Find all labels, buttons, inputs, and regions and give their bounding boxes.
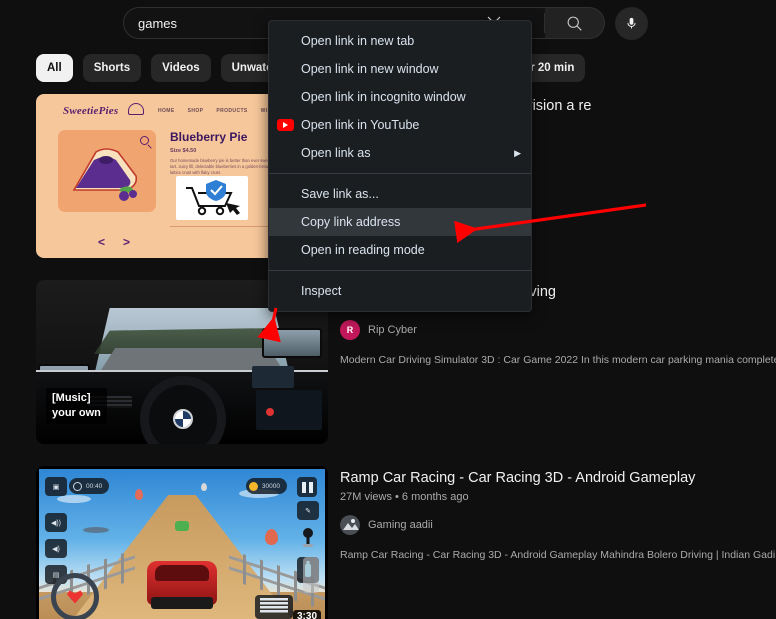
context-menu-item-copy-link-address[interactable]: Copy link address — [269, 208, 531, 236]
steering-wheel-icon — [51, 573, 99, 619]
hot-air-balloon — [265, 529, 278, 545]
hot-air-balloon — [201, 483, 207, 491]
context-menu-item-open-link-in-new-tab[interactable]: Open link in new tab — [269, 27, 531, 55]
filter-chip-shorts[interactable]: Shorts — [82, 54, 142, 82]
coin-badge: 30000 — [245, 478, 287, 494]
speaker-icon: ◀) — [45, 539, 67, 558]
context-menu-item-open-link-in-new-window[interactable]: Open link in new window — [269, 55, 531, 83]
search-divider — [544, 13, 545, 33]
timer-value: 00:40 — [86, 482, 103, 490]
thumbnail-frame: 00:40 30000 ▣ ◀)) ◀) ▤ ✎ 3:30 — [36, 466, 328, 619]
clock-icon — [73, 481, 82, 491]
context-menu-item-label: Open link in new window — [301, 62, 439, 76]
context-menu-item-open-link-in-youtube[interactable]: Open link in YouTube — [269, 111, 531, 139]
video-meta: 27M views • 6 months ago — [340, 491, 469, 503]
context-menu-item-inspect[interactable]: Inspect — [269, 277, 531, 305]
context-menu-item-label: Open in reading mode — [301, 243, 425, 257]
context-menu-item-label: Open link in incognito window — [301, 90, 466, 104]
context-menu-item-label: Save link as... — [301, 187, 379, 201]
pie-icon — [128, 103, 144, 115]
cloud-shape — [57, 495, 91, 503]
microphone-icon[interactable] — [615, 7, 648, 40]
caption-line-1: [Music] — [52, 392, 91, 404]
video-description: Modern Car Driving Simulator 3D : Car Ga… — [340, 354, 776, 366]
red-sports-car — [147, 561, 217, 609]
context-menu-item-label: Inspect — [301, 284, 342, 298]
wrench-icon: ✎ — [297, 501, 319, 520]
context-menu-item-save-link-as[interactable]: Save link as... — [269, 180, 531, 208]
ad-brand-name: SweetiePies — [63, 105, 119, 117]
add-to-cart-illustration — [176, 176, 248, 220]
context-menu-item-label: Copy link address — [301, 215, 401, 229]
context-menu[interactable]: Open link in new tab Open link in new win… — [268, 20, 532, 312]
infotainment-screen — [252, 366, 294, 388]
context-menu-separator — [269, 173, 531, 174]
filter-chip-all[interactable]: All — [36, 54, 73, 82]
nav-indicator-icon — [266, 408, 274, 416]
gear-ladder-icon — [303, 557, 319, 593]
ad-next-arrow[interactable]: > — [123, 235, 130, 249]
steering-wheel — [140, 376, 226, 444]
search-query-text: games — [138, 15, 178, 31]
ad-product-price: Size $4.50 — [170, 148, 197, 154]
duration-badge: 3:30 — [292, 610, 321, 619]
pause-icon — [297, 477, 317, 497]
video-info-column: Ramp Car Racing - Car Racing 3D - Androi… — [328, 466, 776, 619]
video-thumbnail[interactable]: 00:40 30000 ▣ ◀)) ◀) ▤ ✎ 3:30 — [36, 466, 328, 619]
gearshift-icon — [297, 527, 319, 549]
ad-product-title: Blueberry Pie — [170, 130, 248, 144]
coin-value: 30000 — [261, 482, 280, 490]
context-menu-separator — [269, 270, 531, 271]
context-menu-item-label: Open link as — [301, 146, 371, 160]
channel-row[interactable]: Gaming aadii — [340, 515, 776, 535]
chevron-right-icon: ▶ — [514, 147, 521, 158]
bmw-logo-icon — [173, 409, 193, 429]
search-icon[interactable] — [545, 7, 605, 39]
game-scene: 00:40 30000 ▣ ◀)) ◀) ▤ ✎ — [39, 469, 325, 619]
channel-name[interactable]: Rip Cyber — [368, 324, 417, 336]
ad-product-card — [58, 130, 156, 212]
context-menu-item-label: Open link in new tab — [301, 34, 415, 48]
context-menu-item-open-in-reading-mode[interactable]: Open in reading mode — [269, 236, 531, 264]
video-description: Ramp Car Racing - Car Racing 3D - Androi… — [340, 549, 776, 561]
context-menu-item-open-link-in-incognito-window[interactable]: Open link in incognito window — [269, 83, 531, 111]
pedal-icon — [255, 595, 293, 619]
distant-car — [175, 521, 189, 531]
ad-nav-link[interactable]: PRODUCTS — [216, 108, 247, 120]
ad-nav-link[interactable]: SHOP — [188, 108, 204, 120]
youtube-icon — [277, 119, 301, 131]
blueberry-pie-illustration — [72, 148, 138, 201]
ad-carousel-arrows[interactable]: < > — [98, 235, 130, 249]
channel-row[interactable]: R Rip Cyber — [340, 320, 776, 340]
ad-nav-link[interactable]: HOME — [158, 108, 175, 120]
filter-chip-videos[interactable]: Videos — [151, 54, 211, 82]
blimp-shape — [83, 527, 109, 533]
channel-name[interactable]: Gaming aadii — [368, 519, 433, 531]
video-result-item[interactable]: 00:40 30000 ▣ ◀)) ◀) ▤ ✎ 3:30 Ramp Car R… — [0, 466, 776, 619]
coin-icon — [248, 481, 258, 491]
ad-prev-arrow[interactable]: < — [98, 235, 105, 249]
thumbnail-caption: [Music] your own — [46, 388, 107, 424]
avatar[interactable]: R — [340, 320, 360, 340]
horn-icon: ◀)) — [45, 513, 67, 532]
video-title[interactable]: Ramp Car Racing - Car Racing 3D - Androi… — [340, 468, 776, 488]
camera-icon: ▣ — [45, 477, 67, 496]
timer-badge: 00:40 — [69, 478, 110, 494]
ad-product-desc: Our homemade blueberry pie is better tha… — [170, 158, 273, 175]
context-menu-item-open-link-as[interactable]: Open link as ▶ — [269, 139, 531, 167]
video-thumbnail-column[interactable]: 00:40 30000 ▣ ◀)) ◀) ▤ ✎ 3:30 — [36, 466, 328, 619]
hot-air-balloon — [135, 489, 143, 500]
caption-line-2: your own — [52, 407, 101, 419]
avatar[interactable] — [340, 515, 360, 535]
magnify-icon — [140, 136, 149, 145]
context-menu-item-label: Open link in YouTube — [301, 118, 420, 132]
right-mirror — [262, 328, 322, 358]
